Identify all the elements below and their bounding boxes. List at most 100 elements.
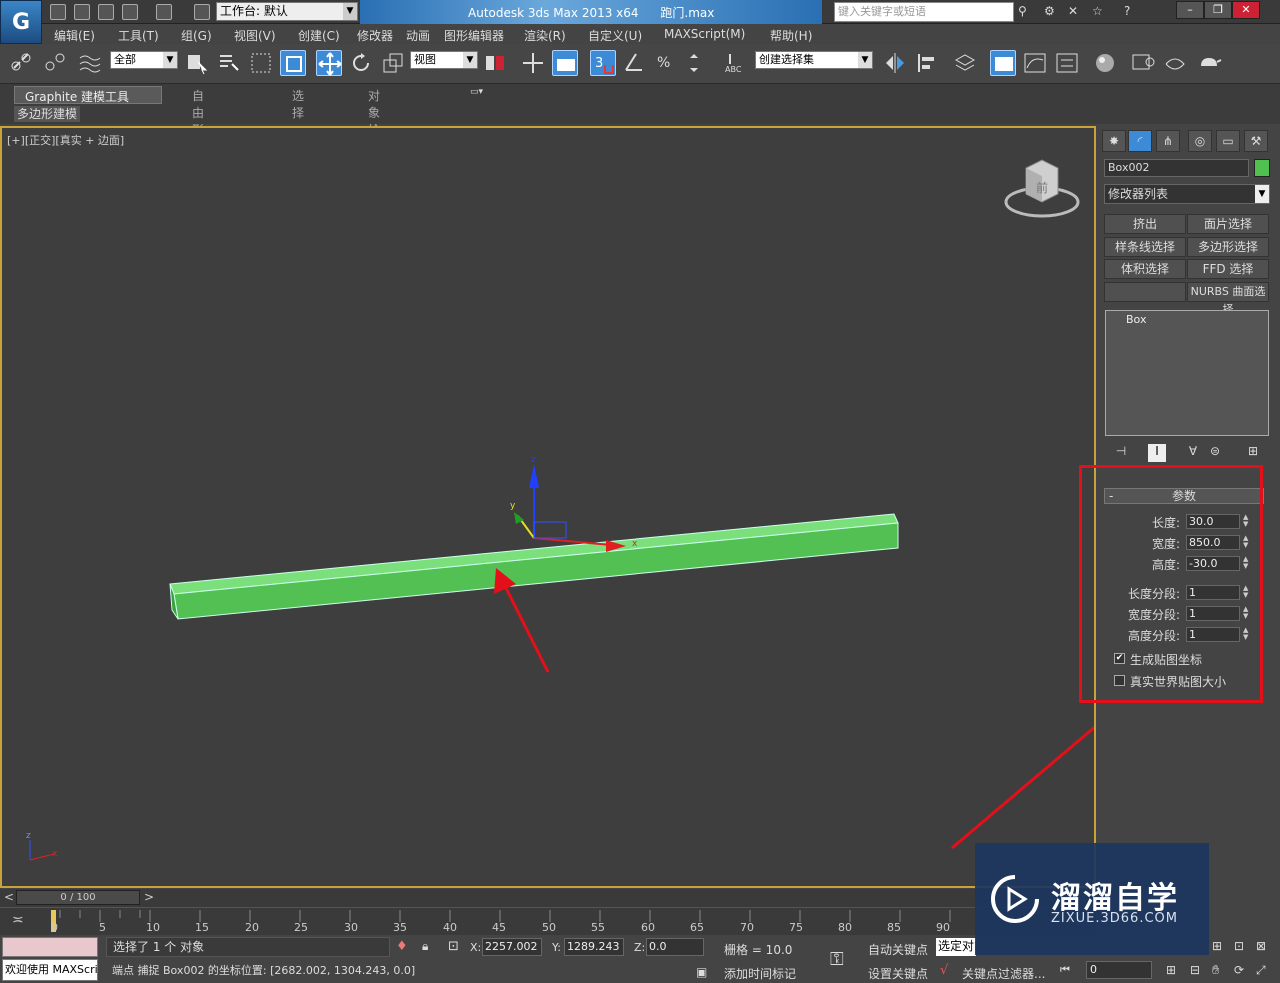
keyboard-shortcut-override-icon[interactable]: [552, 50, 578, 76]
width-segs-spinner-icon[interactable]: ▲ ▼: [1243, 606, 1251, 621]
height-segs-field[interactable]: 1: [1186, 627, 1240, 642]
poly-select-button[interactable]: 多边形选择: [1187, 237, 1269, 257]
zoom-all-icon[interactable]: ⊞: [1212, 939, 1222, 953]
set-key-button[interactable]: 设置关键点: [868, 965, 928, 982]
real-world-map-size-checkbox[interactable]: [1114, 675, 1125, 686]
remove-modifier-icon[interactable]: ⊜: [1206, 444, 1224, 462]
x-coord-field[interactable]: 2257.002: [482, 938, 542, 956]
help-icon[interactable]: ?: [1124, 4, 1140, 20]
reference-coord-dropdown[interactable]: 视图 ▼: [410, 51, 478, 69]
track-bar[interactable]: ≍ 0 5 10 15 20 25 30 35 40 45 50 55 60 6…: [0, 907, 1096, 935]
edit-named-selection-icon[interactable]: ABC: [722, 50, 748, 76]
select-object-icon[interactable]: [184, 50, 210, 76]
manipulate-icon[interactable]: [520, 50, 546, 76]
mirror-icon[interactable]: [882, 50, 908, 76]
ffd-select-button[interactable]: FFD 选择: [1187, 259, 1269, 279]
connect-icon[interactable]: ⚙: [1044, 4, 1060, 20]
percent-snap-icon[interactable]: %: [654, 50, 680, 76]
search-input[interactable]: 键入关键字或短语: [834, 2, 1014, 22]
add-time-tag-button[interactable]: 添加时间标记: [724, 965, 796, 982]
restore-button[interactable]: ❐: [1204, 1, 1232, 19]
unlink-icon[interactable]: [42, 50, 68, 76]
display-tab-icon[interactable]: ▭: [1216, 130, 1240, 152]
make-unique-icon[interactable]: ∀: [1184, 444, 1202, 462]
length-segs-spinner-icon[interactable]: ▲ ▼: [1243, 585, 1251, 600]
prev-frame-icon[interactable]: <: [4, 890, 14, 904]
redo-icon[interactable]: [156, 4, 172, 20]
y-coord-field[interactable]: 1289.243: [564, 938, 624, 956]
menu-modifiers[interactable]: 修改器: [357, 27, 393, 44]
render-setup-icon[interactable]: [1130, 50, 1156, 76]
zoom-extents-all-icon[interactable]: ⊡: [1234, 939, 1244, 953]
project-folder-icon[interactable]: [194, 4, 210, 20]
motion-tab-icon[interactable]: ◎: [1188, 130, 1212, 152]
configure-sets-icon[interactable]: ⊞: [1244, 444, 1262, 462]
workspace-dropdown[interactable]: 工作台: 默认 ▼: [216, 2, 358, 21]
isolate-selection-icon[interactable]: ♦: [396, 939, 408, 954]
open-file-icon[interactable]: [74, 4, 90, 20]
next-frame-icon[interactable]: >: [144, 890, 154, 904]
menu-help[interactable]: 帮助(H): [770, 27, 812, 44]
tab-freeform[interactable]: 自由形式: [182, 86, 214, 154]
modify-tab-icon[interactable]: ◜: [1128, 130, 1152, 152]
bind-space-warp-icon[interactable]: [76, 50, 102, 76]
object-color-swatch[interactable]: [1254, 159, 1270, 177]
modifier-stack[interactable]: Box: [1105, 310, 1269, 436]
select-and-rotate-icon[interactable]: [348, 50, 374, 76]
go-to-start-icon[interactable]: ⏮: [1060, 963, 1070, 977]
height-spinner-icon[interactable]: ▲ ▼: [1243, 556, 1251, 571]
binoculars-icon[interactable]: ⚲: [1018, 4, 1034, 20]
graphite-toggle-icon[interactable]: [990, 50, 1016, 76]
pivot-center-icon[interactable]: [482, 50, 508, 76]
rendered-frame-window-icon[interactable]: [1162, 50, 1188, 76]
save-file-icon[interactable]: [98, 4, 114, 20]
time-slider-thumb[interactable]: 0 / 100: [16, 890, 140, 905]
length-segs-field[interactable]: 1: [1186, 585, 1240, 600]
pan-hand-icon[interactable]: ✋︎: [1212, 963, 1219, 978]
window-crossing-icon[interactable]: [280, 50, 306, 76]
menu-tools[interactable]: 工具(T): [118, 27, 159, 44]
schematic-view-icon[interactable]: [1054, 50, 1080, 76]
maxscript-listener-output[interactable]: [2, 937, 98, 957]
minimize-button[interactable]: –: [1176, 1, 1204, 19]
current-frame-field[interactable]: 0: [1086, 961, 1152, 979]
hierarchy-tab-icon[interactable]: ⋔: [1156, 130, 1180, 152]
lock-selection-icon[interactable]: 🔒︎: [422, 939, 428, 954]
exchange-icon[interactable]: ✕: [1068, 4, 1084, 20]
key-filters-button[interactable]: 关键点过滤器...: [962, 965, 1045, 982]
perspective-viewport[interactable]: [+][正交][真实 + 边面] z y x z x 前: [0, 126, 1096, 888]
menu-group[interactable]: 组(G): [181, 27, 212, 44]
maxscript-mini-listener[interactable]: 欢迎使用 MAXScri: [2, 959, 98, 981]
menu-rendering[interactable]: 渲染(R): [524, 27, 566, 44]
rectangular-selection-icon[interactable]: [248, 50, 274, 76]
volume-select-button[interactable]: 体积选择: [1104, 259, 1186, 279]
menu-create[interactable]: 创建(C): [298, 27, 340, 44]
selected-filter-dropdown[interactable]: 选定对象: [936, 938, 976, 956]
select-and-link-icon[interactable]: [8, 50, 34, 76]
spline-select-button[interactable]: 样条线选择: [1104, 237, 1186, 257]
app-logo-button[interactable]: G: [0, 0, 42, 44]
menu-edit[interactable]: 编辑(E): [54, 27, 95, 44]
width-segs-field[interactable]: 1: [1186, 606, 1240, 621]
width-field[interactable]: 850.0: [1186, 535, 1240, 550]
patch-select-button[interactable]: 面片选择: [1187, 214, 1269, 234]
tab-object-paint[interactable]: 对象绘制: [358, 86, 390, 154]
viewcube[interactable]: 前: [1004, 154, 1080, 220]
time-slider[interactable]: < 0 / 100 >: [0, 889, 1096, 907]
orbit-icon[interactable]: ⟳: [1234, 963, 1244, 977]
named-selection-dropdown[interactable]: 创建选择集 ▼: [755, 51, 873, 69]
maximize-viewport-icon[interactable]: ⤢: [1256, 963, 1266, 978]
render-production-icon[interactable]: [1196, 50, 1222, 76]
time-tag-icon[interactable]: ▣: [696, 965, 707, 979]
select-and-scale-icon[interactable]: [380, 50, 406, 76]
nurbs-surface-select-button[interactable]: NURBS 曲面选择: [1187, 282, 1269, 316]
create-tab-icon[interactable]: ✸: [1102, 130, 1126, 152]
angle-snap-icon[interactable]: [622, 50, 648, 76]
parameters-rollout-header[interactable]: - 参数: [1104, 488, 1264, 504]
height-segs-spinner-icon[interactable]: ▲ ▼: [1243, 627, 1251, 642]
menu-customize[interactable]: 自定义(U): [588, 27, 642, 44]
stack-item-box[interactable]: Box: [1126, 313, 1146, 326]
height-field[interactable]: -30.0: [1186, 556, 1240, 571]
time-config-icon[interactable]: ⊞: [1166, 963, 1176, 977]
empty-modifier-button[interactable]: [1104, 282, 1186, 302]
